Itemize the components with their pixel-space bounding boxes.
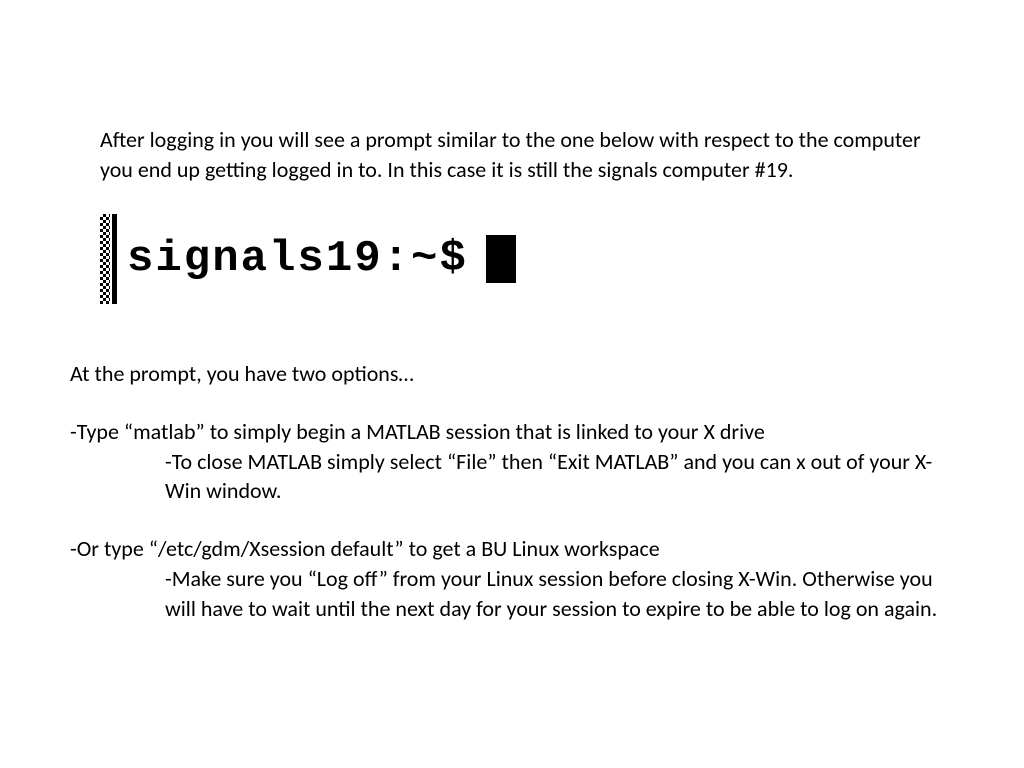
intro-paragraph: After logging in you will see a prompt s…: [70, 125, 954, 184]
options-intro: At the prompt, you have two options…: [70, 359, 954, 389]
option-1-sub: -To close MATLAB simply select “File” th…: [70, 447, 954, 506]
vertical-bar-icon: [112, 214, 117, 304]
terminal-prompt-illustration: signals19:~$: [100, 214, 954, 304]
checker-border-icon: [100, 214, 110, 304]
prompt-string: signals19:~$: [127, 230, 468, 289]
option-1: -Type “matlab” to simply begin a MATLAB …: [70, 417, 954, 447]
option-2: -Or type “/etc/gdm/Xsession default” to …: [70, 534, 954, 564]
cursor-icon: [486, 235, 516, 283]
slide-content: After logging in you will see a prompt s…: [0, 0, 1024, 623]
option-2-sub: -Make sure you “Log off” from your Linux…: [70, 564, 954, 623]
prompt-text: signals19:~$: [127, 214, 516, 304]
